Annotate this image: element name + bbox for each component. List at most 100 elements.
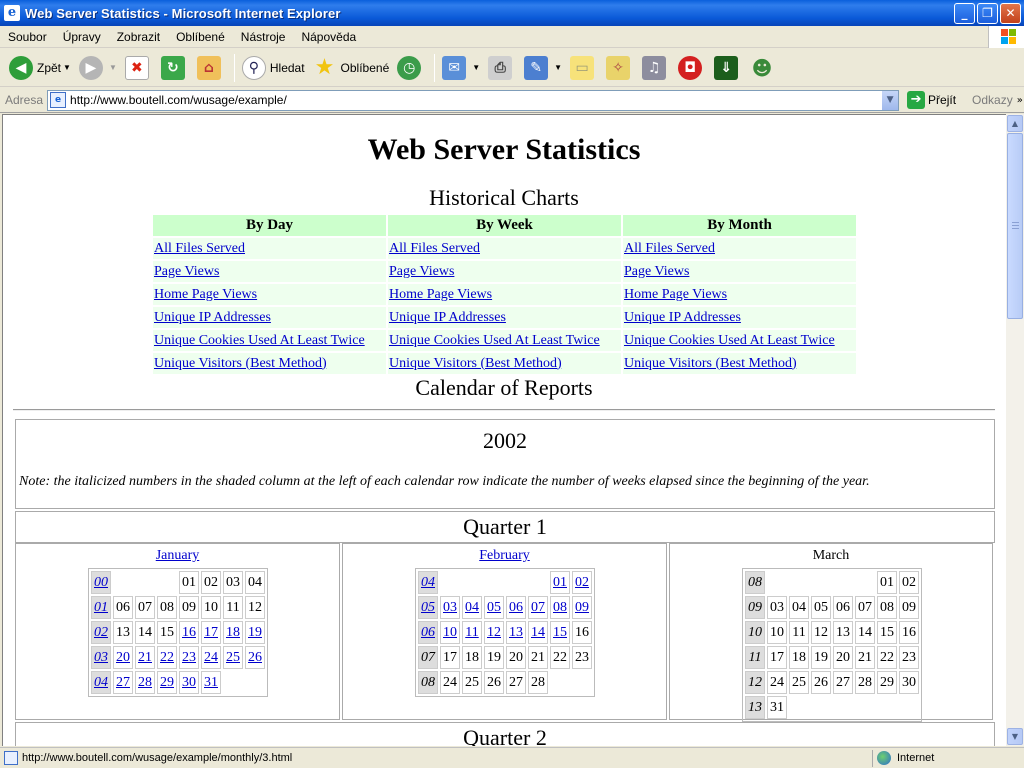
day-report-link[interactable]: 24 (204, 650, 218, 665)
day-report-link[interactable]: 10 (443, 625, 457, 640)
chart-link[interactable]: All Files Served (624, 241, 715, 256)
week-number[interactable]: 01 (91, 596, 111, 619)
day-cell[interactable]: 18 (223, 621, 243, 644)
day-cell[interactable]: 19 (245, 621, 265, 644)
day-report-link[interactable]: 22 (160, 650, 174, 665)
day-cell[interactable]: 06 (506, 596, 526, 619)
search-button[interactable]: ⚲ Hledat (239, 53, 308, 83)
chart-link[interactable]: Unique Visitors (Best Method) (624, 356, 797, 371)
day-cell[interactable]: 10 (440, 621, 460, 644)
mail-button[interactable]: ✉ ▼ (439, 53, 483, 83)
day-report-link[interactable]: 17 (204, 625, 218, 640)
day-cell[interactable]: 25 (223, 646, 243, 669)
day-report-link[interactable]: 06 (509, 600, 523, 615)
day-cell[interactable]: 24 (201, 646, 221, 669)
scroll-thumb[interactable] (1007, 133, 1023, 319)
media-button[interactable]: ♫ (639, 53, 673, 83)
addon-red-button[interactable]: ◘ (675, 53, 709, 83)
day-report-link[interactable]: 08 (553, 600, 567, 615)
day-report-link[interactable]: 19 (248, 625, 262, 640)
scroll-up-button[interactable]: ▲ (1007, 115, 1023, 132)
week-report-link[interactable]: 04 (94, 675, 108, 690)
day-cell[interactable]: 21 (135, 646, 155, 669)
home-button[interactable]: ⌂ (194, 53, 228, 83)
month-link-january[interactable]: January (156, 548, 200, 563)
day-cell[interactable]: 16 (179, 621, 199, 644)
history-button[interactable]: ◷ (394, 53, 428, 83)
menu-view[interactable]: Zobrazit (109, 30, 168, 44)
day-cell[interactable]: 11 (462, 621, 482, 644)
day-report-link[interactable]: 21 (138, 650, 152, 665)
day-report-link[interactable]: 07 (531, 600, 545, 615)
day-cell[interactable]: 09 (572, 596, 592, 619)
day-report-link[interactable]: 26 (248, 650, 262, 665)
day-report-link[interactable]: 25 (226, 650, 240, 665)
day-cell[interactable]: 02 (572, 571, 592, 594)
day-cell[interactable]: 07 (528, 596, 548, 619)
week-report-link[interactable]: 03 (94, 650, 108, 665)
day-cell[interactable]: 03 (440, 596, 460, 619)
week-report-link[interactable]: 01 (94, 600, 108, 615)
day-cell[interactable]: 01 (550, 571, 570, 594)
chart-link[interactable]: All Files Served (389, 241, 480, 256)
week-report-link[interactable]: 06 (421, 625, 435, 640)
day-cell[interactable]: 30 (179, 671, 199, 694)
maximize-button[interactable]: ❐ (977, 3, 998, 24)
day-cell[interactable]: 15 (550, 621, 570, 644)
day-report-link[interactable]: 01 (553, 575, 567, 590)
day-cell[interactable]: 14 (528, 621, 548, 644)
chart-link[interactable]: Page Views (154, 264, 219, 279)
day-cell[interactable]: 27 (113, 671, 133, 694)
day-cell[interactable]: 20 (113, 646, 133, 669)
chart-link[interactable]: Unique IP Addresses (389, 310, 506, 325)
month-link-february[interactable]: February (479, 548, 530, 563)
chart-link[interactable]: Unique Cookies Used At Least Twice (389, 333, 600, 348)
minimize-button[interactable]: _ (954, 3, 975, 24)
day-report-link[interactable]: 02 (575, 575, 589, 590)
chart-link[interactable]: Unique Visitors (Best Method) (154, 356, 327, 371)
refresh-button[interactable]: ↻ (158, 53, 192, 83)
chart-link[interactable]: Home Page Views (154, 287, 257, 302)
day-report-link[interactable]: 12 (487, 625, 501, 640)
day-report-link[interactable]: 09 (575, 600, 589, 615)
chart-link[interactable]: Page Views (389, 264, 454, 279)
messenger-button[interactable]: ☻ (747, 53, 781, 83)
menu-favorites[interactable]: Oblíbené (168, 30, 233, 44)
address-input[interactable]: e http://www.boutell.com/wusage/example/… (47, 89, 900, 111)
day-cell[interactable]: 28 (135, 671, 155, 694)
week-report-link[interactable]: 00 (94, 575, 108, 590)
day-cell[interactable]: 05 (484, 596, 504, 619)
week-number[interactable]: 05 (418, 596, 438, 619)
chart-link[interactable]: Unique IP Addresses (624, 310, 741, 325)
day-report-link[interactable]: 30 (182, 675, 196, 690)
day-report-link[interactable]: 13 (509, 625, 523, 640)
go-button[interactable]: ➔ Přejít (907, 91, 956, 109)
day-cell[interactable]: 08 (550, 596, 570, 619)
menu-help[interactable]: Nápověda (293, 30, 364, 44)
week-number[interactable]: 02 (91, 621, 111, 644)
day-cell[interactable]: 26 (245, 646, 265, 669)
links-chevron-icon[interactable]: » (1017, 95, 1023, 106)
discuss-button[interactable]: ▭ (567, 53, 601, 83)
day-cell[interactable]: 12 (484, 621, 504, 644)
day-report-link[interactable]: 16 (182, 625, 196, 640)
day-cell[interactable]: 31 (201, 671, 221, 694)
links-button[interactable]: Odkazy (972, 93, 1013, 107)
week-number[interactable]: 03 (91, 646, 111, 669)
day-report-link[interactable]: 11 (465, 625, 478, 640)
day-report-link[interactable]: 20 (116, 650, 130, 665)
day-report-link[interactable]: 31 (204, 675, 218, 690)
day-cell[interactable]: 23 (179, 646, 199, 669)
chart-link[interactable]: Home Page Views (389, 287, 492, 302)
day-report-link[interactable]: 23 (182, 650, 196, 665)
day-cell[interactable]: 22 (157, 646, 177, 669)
day-cell[interactable]: 04 (462, 596, 482, 619)
day-report-link[interactable]: 27 (116, 675, 130, 690)
week-report-link[interactable]: 04 (421, 575, 435, 590)
forward-button[interactable]: ▶ ▼ (76, 53, 120, 83)
chart-link[interactable]: Page Views (624, 264, 689, 279)
day-cell[interactable]: 29 (157, 671, 177, 694)
day-report-link[interactable]: 29 (160, 675, 174, 690)
chart-link[interactable]: Unique Cookies Used At Least Twice (624, 333, 835, 348)
menu-tools[interactable]: Nástroje (233, 30, 294, 44)
